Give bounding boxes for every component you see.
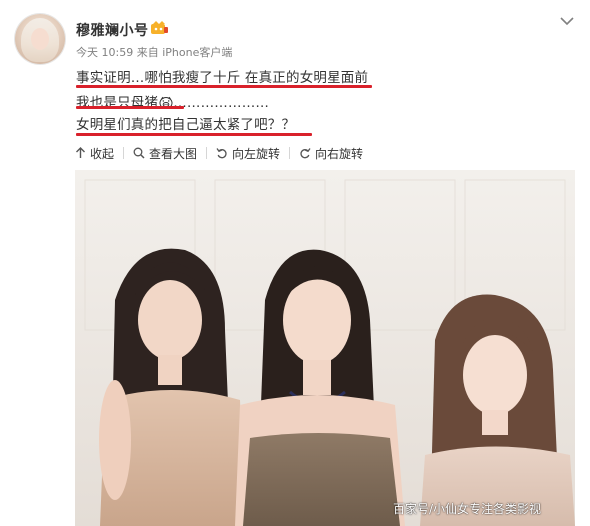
watermark-text: 百家号/小仙女专注各类影视 <box>393 502 542 516</box>
photo-illustration <box>75 170 575 526</box>
post-source[interactable]: iPhone客户端 <box>162 46 232 59</box>
post-text-line-1: 事实证明…哪怕我瘦了十斤 在真正的女明星面前 <box>76 70 369 86</box>
chevron-down-icon[interactable] <box>560 16 574 26</box>
divider <box>123 147 125 159</box>
post-text-line-2-dots: ………………… <box>173 95 270 111</box>
red-underline-3 <box>76 133 312 136</box>
rotate-left-label: 向左旋转 <box>232 146 281 161</box>
username[interactable]: 穆雅斓小号 <box>76 20 149 40</box>
avatar[interactable] <box>15 14 65 64</box>
source-prefix: 来自 <box>136 46 159 59</box>
vip-badge-icon[interactable] <box>150 21 168 35</box>
divider <box>289 147 291 159</box>
view-large-icon <box>133 147 145 159</box>
red-underline-2 <box>76 106 184 109</box>
red-underline-1 <box>76 85 372 88</box>
post-time[interactable]: 今天 10:59 <box>76 46 133 59</box>
view-large-button[interactable]: 查看大图 <box>133 145 197 162</box>
collapse-label: 收起 <box>90 146 115 161</box>
rotate-left-button[interactable]: 向左旋转 <box>216 145 280 162</box>
divider <box>206 147 208 159</box>
avatar-face <box>31 28 49 50</box>
collapse-button[interactable]: 收起 <box>75 145 114 162</box>
view-large-label: 查看大图 <box>149 146 198 161</box>
collapse-icon <box>76 147 85 158</box>
rotate-right-button[interactable]: 向右旋转 <box>299 145 363 162</box>
rotate-right-icon <box>300 148 311 159</box>
rotate-right-label: 向右旋转 <box>315 146 364 161</box>
post-meta: 今天 10:59 来自 iPhone客户端 <box>76 44 232 60</box>
post-photo[interactable]: 百家号/小仙女专注各类影视 <box>75 170 575 526</box>
post-text-line-3: 女明星们真的把自己逼太紧了吧？？ <box>76 117 296 133</box>
image-action-bar: 收起 查看大图 向左旋转 向右旋转 <box>75 145 363 161</box>
rotate-left-icon <box>216 148 227 159</box>
